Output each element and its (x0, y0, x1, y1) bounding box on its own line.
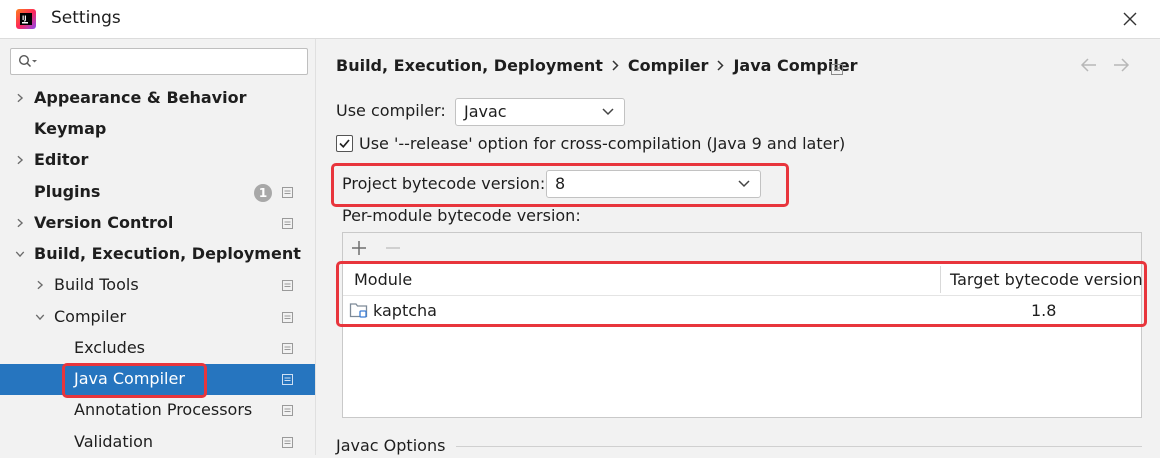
javac-options-label: Javac Options (336, 436, 446, 455)
sidebar-item-label: Java Compiler (74, 369, 185, 388)
sidebar-item-label: Build, Execution, Deployment (34, 244, 301, 263)
sidebar-item[interactable]: Build, Execution, Deployment (0, 239, 315, 270)
breadcrumb-item[interactable]: Compiler (628, 56, 709, 75)
checkmark-icon (339, 139, 350, 149)
table-header: Module Target bytecode version (343, 264, 1143, 296)
use-compiler-select[interactable]: Javac (455, 98, 625, 126)
sidebar-item-label: Version Control (34, 213, 174, 232)
column-header-target[interactable]: Target bytecode version (950, 270, 1143, 289)
title-bar (0, 0, 1160, 39)
sidebar-item-label: Excludes (74, 338, 146, 357)
minus-icon (386, 247, 400, 249)
project-scope-icon (282, 187, 293, 198)
chevron-down-icon[interactable] (15, 248, 25, 260)
sidebar-item[interactable]: Java Compiler (0, 364, 315, 395)
use-compiler-value: Javac (464, 102, 507, 121)
sidebar-item[interactable]: Version Control (0, 208, 315, 239)
use-compiler-label: Use compiler: (336, 101, 446, 120)
project-bytecode-value: 8 (555, 174, 566, 193)
chevron-right-icon[interactable] (15, 154, 25, 166)
sidebar-item-label: Editor (34, 150, 89, 169)
sidebar-item-label: Plugins (34, 182, 101, 201)
search-icon (18, 54, 37, 68)
project-scope-icon (282, 343, 293, 354)
table-row[interactable]: kaptcha 1.8 (343, 296, 1141, 324)
sidebar-item[interactable]: Editor (0, 145, 315, 176)
sidebar-item[interactable]: Compiler (0, 302, 315, 333)
chevron-down-icon (602, 108, 614, 116)
module-folder-icon (349, 303, 368, 318)
sidebar-item[interactable]: Excludes (0, 333, 315, 364)
close-icon (1123, 12, 1137, 26)
chevron-down-icon (738, 180, 750, 188)
sidebar-item-label: Annotation Processors (74, 400, 253, 419)
project-scope-icon (831, 60, 843, 75)
project-scope-icon (282, 280, 293, 291)
sidebar-item[interactable]: Keymap (0, 114, 315, 145)
sidebar-item-label: Build Tools (54, 275, 139, 294)
project-bytecode-label: Project bytecode version: (342, 174, 546, 193)
chevron-right-icon[interactable] (15, 217, 25, 229)
sidebar-item-label: Validation (74, 432, 154, 451)
sidebar-item-label: Keymap (34, 119, 107, 138)
settings-search-input[interactable] (10, 48, 308, 75)
module-name-cell: kaptcha (373, 301, 437, 320)
project-scope-icon (282, 218, 293, 229)
sidebar-item[interactable]: Annotation Processors (0, 395, 315, 426)
column-header-module[interactable]: Module (354, 270, 412, 289)
chevron-right-icon (717, 56, 724, 75)
plus-icon (352, 241, 366, 255)
breadcrumb: Build, Execution, Deployment Compiler Java… (336, 55, 858, 75)
per-module-label: Per-module bytecode version: (342, 206, 581, 225)
project-scope-icon (282, 437, 293, 448)
chevron-right-icon[interactable] (15, 92, 25, 104)
window-title: Settings (51, 8, 121, 28)
add-module-button[interactable] (351, 240, 367, 256)
per-module-toolbar (343, 233, 1141, 264)
sidebar-item[interactable]: Plugins 1 (0, 177, 315, 208)
remove-module-button[interactable] (385, 240, 401, 256)
intellij-app-icon: IJ (16, 9, 36, 29)
chevron-right-icon[interactable] (35, 279, 45, 291)
back-arrow-icon[interactable] (1080, 57, 1098, 73)
project-scope-icon (282, 405, 293, 416)
project-scope-icon (282, 312, 293, 323)
column-divider (940, 266, 941, 293)
breadcrumb-item[interactable]: Build, Execution, Deployment (336, 56, 603, 75)
target-version-cell[interactable]: 1.8 (1031, 301, 1056, 320)
chevron-down-icon[interactable] (35, 311, 45, 323)
project-bytecode-select[interactable]: 8 (546, 170, 761, 198)
svg-text:IJ: IJ (22, 15, 26, 22)
release-option-label: Use '--release' option for cross-compila… (359, 134, 846, 153)
project-scope-icon (282, 374, 293, 385)
sidebar-item[interactable]: Validation (0, 427, 315, 458)
sidebar-item-label: Compiler (54, 307, 127, 326)
sidebar-item[interactable]: Build Tools (0, 270, 315, 301)
close-window-button[interactable] (1114, 4, 1146, 34)
chevron-right-icon (612, 56, 619, 75)
release-option-checkbox[interactable] (336, 135, 353, 152)
sidebar-item[interactable]: Appearance & Behavior (0, 83, 315, 114)
update-count-badge: 1 (254, 184, 272, 202)
sidebar-item-label: Appearance & Behavior (34, 88, 247, 107)
section-divider (456, 446, 1142, 447)
forward-arrow-icon[interactable] (1112, 57, 1130, 73)
